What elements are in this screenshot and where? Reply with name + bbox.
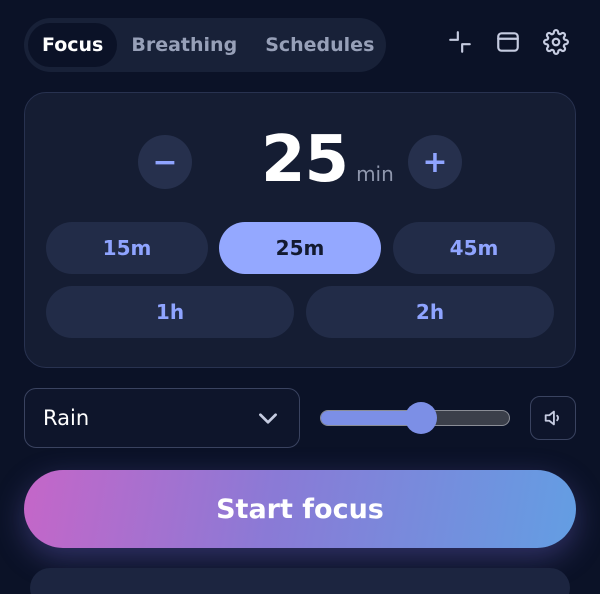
chevron-down-icon [259,413,277,424]
time-value: 25 [261,123,349,197]
preset-1h[interactable]: 1h [46,286,294,338]
time-unit: min [356,162,394,186]
sound-select-value: Rain [43,406,90,430]
sound-select[interactable]: Rain [24,388,300,448]
tab-schedules[interactable]: Schedules [251,23,388,67]
time-display: 25 min [261,123,394,197]
window-controls [446,28,570,56]
focus-app: Focus Breathing Schedules − 25 min + 15m… [0,0,600,594]
start-focus-button[interactable]: Start focus [24,470,576,548]
window-icon[interactable] [494,28,522,56]
preset-15m[interactable]: 15m [46,222,208,274]
speaker-icon [544,410,559,426]
increase-time-button[interactable]: + [408,135,462,189]
mode-tabs: Focus Breathing Schedules [24,18,386,72]
tab-breathing[interactable]: Breathing [117,23,251,67]
preset-2h[interactable]: 2h [306,286,554,338]
decrease-time-button[interactable]: − [138,135,192,189]
preset-25m[interactable]: 25m [219,222,381,274]
volume-button[interactable] [530,396,576,440]
preset-45m[interactable]: 45m [393,222,555,274]
gear-icon[interactable] [542,28,570,56]
volume-slider-thumb[interactable] [404,402,437,434]
timer-panel: − 25 min + 15m 25m 45m 1h 2h [24,92,576,368]
bottom-panel [30,568,570,594]
collapse-icon[interactable] [446,28,474,56]
tab-focus[interactable]: Focus [28,23,118,67]
volume-slider[interactable] [320,402,510,434]
